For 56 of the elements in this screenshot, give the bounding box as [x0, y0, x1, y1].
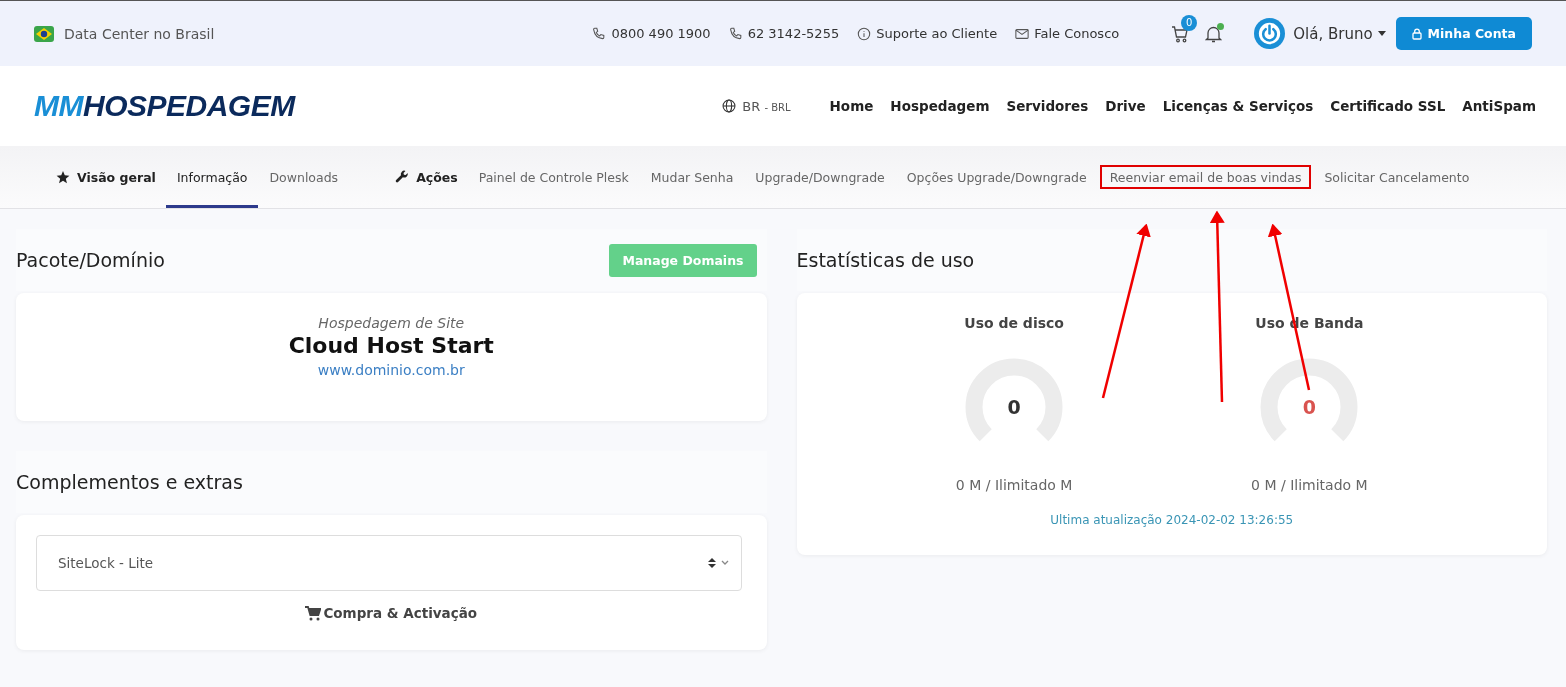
phone-icon [592, 26, 607, 41]
mail-icon [1015, 27, 1030, 40]
domain-link[interactable]: www.dominio.com.br [317, 362, 465, 378]
user-menu[interactable]: Olá, Bruno [1293, 24, 1386, 43]
product-category: Hospedagem de Site [318, 315, 465, 331]
usage-reading: 0 M / Ilimitado M [955, 477, 1073, 493]
nav-link[interactable]: Certificado SSL [1330, 98, 1446, 114]
tab[interactable]: Mudar Senha [639, 146, 745, 208]
tab[interactable]: Reenviar email de boas vindas [1101, 167, 1310, 187]
site-logo[interactable]: MMHOSPEDAGEM [34, 89, 295, 123]
brazil-flag-icon [34, 25, 54, 42]
lock-icon [1411, 27, 1422, 40]
section-title: Estatísticas de uso [796, 249, 975, 271]
nav-link[interactable]: Hospedagem [890, 98, 990, 114]
star-icon [56, 170, 70, 184]
purchase-link[interactable]: Compra & Activação [16, 591, 767, 649]
nav-link[interactable]: AntiSpam [1462, 98, 1536, 114]
section-heading: Ações [416, 169, 458, 185]
globe-icon [722, 99, 737, 113]
region-selector[interactable]: BR - BRL [742, 98, 791, 114]
gauge-value: 0 [1302, 396, 1316, 418]
select-arrows-icon [706, 557, 729, 569]
phone-icon [728, 26, 743, 41]
last-update-text: Ultima atualização 2024-02-02 13:26:55 [1049, 513, 1295, 527]
cart-icon [305, 605, 322, 621]
caret-icon [1377, 31, 1386, 36]
nav-link[interactable]: Licenças & Serviços [1162, 98, 1314, 114]
account-button[interactable]: Minha Conta [1395, 17, 1532, 50]
top-link[interactable]: Fale Conosco [1015, 26, 1120, 41]
tab[interactable]: Opções Upgrade/Downgrade [895, 146, 1098, 208]
addon-select[interactable]: SiteLock - Lite [36, 535, 742, 591]
location-text: Data Center no Brasil [64, 25, 215, 42]
tab[interactable]: Informação [165, 146, 259, 208]
nav-link[interactable]: Drive [1105, 98, 1146, 114]
tab[interactable]: Solicitar Cancelamento [1313, 146, 1481, 208]
gauge-value: 0 [1007, 396, 1021, 418]
wrench-icon [395, 170, 410, 184]
product-name: Cloud Host Start [288, 333, 494, 358]
top-link[interactable]: 0800 490 1900 [592, 26, 711, 41]
gauge-title: Uso de disco [964, 315, 1064, 331]
top-link[interactable]: Suporte ao Cliente [857, 26, 998, 41]
cart-count: 0 [1181, 14, 1198, 31]
section-title: Complementos e extras [16, 471, 243, 493]
power-icon [1254, 18, 1286, 49]
top-link[interactable]: 62 3142-5255 [728, 26, 840, 41]
usage-reading: 0 M / Ilimitado M [1251, 477, 1368, 493]
bell-icon[interactable] [1205, 24, 1223, 43]
tab[interactable]: Painel de Controle Plesk [467, 146, 640, 208]
nav-link[interactable]: Servidores [1006, 98, 1089, 114]
tab[interactable]: Downloads [258, 146, 350, 208]
cart-icon[interactable] [1171, 24, 1190, 43]
nav-link[interactable]: Home [829, 98, 874, 114]
tab[interactable]: Upgrade/Downgrade [744, 146, 896, 208]
section-heading: Visão geral [77, 169, 156, 185]
info-icon [857, 26, 872, 41]
section-title: Pacote/Domínio [16, 249, 165, 271]
